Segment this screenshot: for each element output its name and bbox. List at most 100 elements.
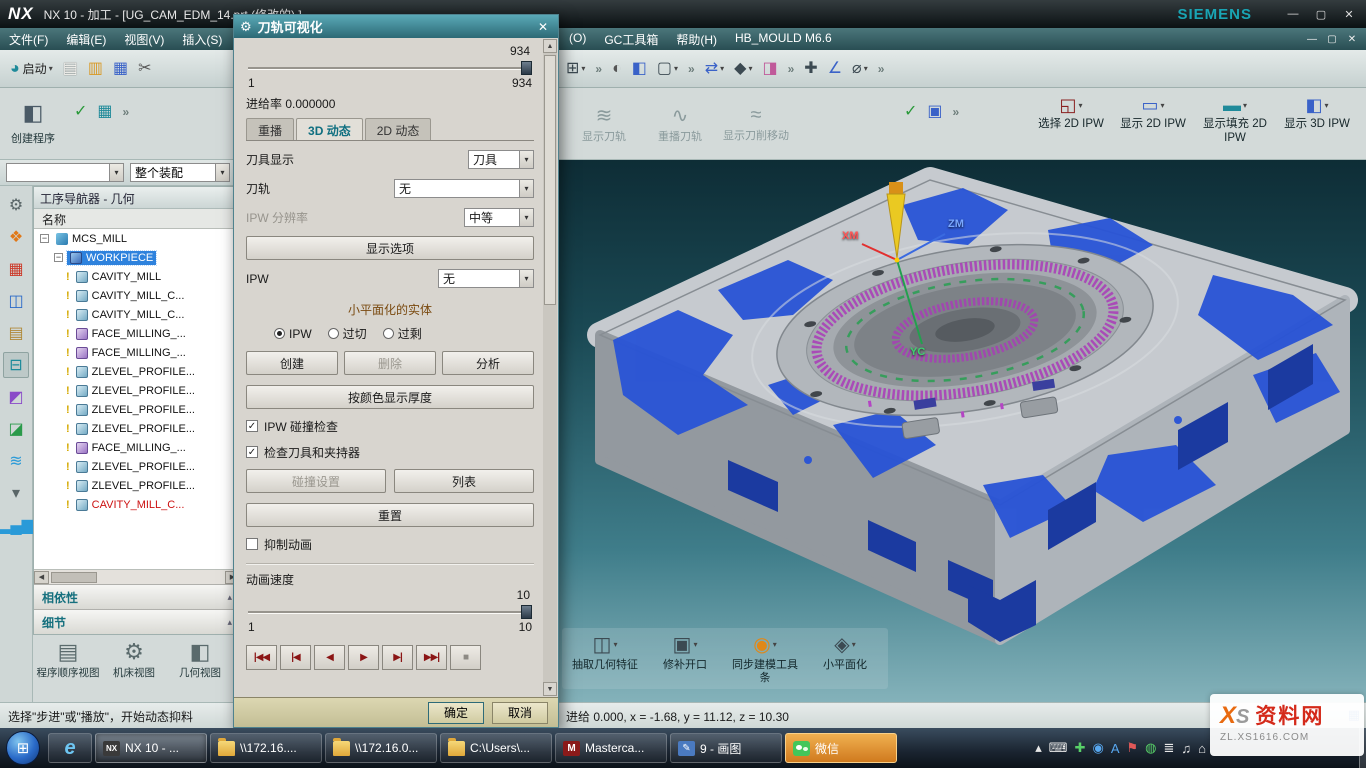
selection-filter-combo[interactable]: ▾ [6, 163, 124, 182]
resource-bar-icon[interactable]: ❖ [3, 224, 29, 250]
mdi-minimize-button[interactable]: — [1302, 34, 1322, 45]
viewport-tool-button[interactable]: ◈ ▾ 小平面化 [810, 632, 880, 685]
toolpath-display-button[interactable]: ≈ 显示刀削移动 [718, 92, 794, 154]
tray-icon[interactable]: ⌨ [1049, 740, 1068, 756]
toolbar-button[interactable]: » [784, 55, 799, 82]
action-button[interactable]: 创建 [246, 351, 338, 375]
tree-row[interactable]: − WORKPIECE [34, 248, 240, 267]
tree-row[interactable]: ! FACE_MILLING_... [34, 343, 240, 362]
playback-button[interactable]: ■ [450, 645, 481, 670]
playback-button[interactable]: ▶| [382, 645, 413, 670]
animation-speed-slider[interactable] [246, 604, 534, 620]
toolpath-combo[interactable]: 无 ▾ [394, 179, 534, 198]
start-button[interactable]: ⊞ [6, 731, 40, 765]
toolbar-button[interactable]: ◨ [758, 55, 781, 82]
tray-icon[interactable]: ▴ [1035, 740, 1042, 756]
radio-option[interactable]: IPW [274, 325, 312, 342]
tree-expander-icon[interactable]: − [54, 253, 63, 262]
resource-bar-icon[interactable]: ◪ [3, 416, 29, 442]
menu-item[interactable]: HB_MOULD M6.6 [726, 31, 841, 48]
create-program-button[interactable]: ◧ 创建程序 [4, 92, 62, 154]
view-switch-button[interactable]: ◧ 几何视图 [167, 639, 233, 702]
dialog-title-bar[interactable]: ⚙ 刀轨可视化 ✕ [234, 15, 558, 38]
collapse-icon[interactable]: ▴ [227, 592, 232, 603]
cancel-button[interactable]: 取消 [492, 702, 548, 724]
toolpath-display-button[interactable]: ≋ 显示刀轨 [566, 92, 642, 154]
playback-button[interactable]: ▶ [348, 645, 379, 670]
view-switch-button[interactable]: ⚙ 机床视图 [101, 639, 167, 702]
scroll-up-icon[interactable]: ▲ [543, 39, 557, 53]
ipw-display-button[interactable]: ▬ ▾ 显示填充 2D IPW [1194, 90, 1276, 156]
taskbar-task-button[interactable]: 微信 [785, 733, 897, 763]
radio-option[interactable]: 过切 [328, 325, 367, 342]
viewport-tool-button[interactable]: ▣ ▾ 修补开口 [650, 632, 720, 685]
toolbar-button[interactable]: ▣ [923, 98, 946, 125]
toolbar-button[interactable]: ✚ [800, 55, 821, 82]
checkbox-row[interactable]: ✓ IPW 碰撞检查 [246, 417, 534, 435]
resource-bar-icon[interactable]: ▦ [3, 256, 29, 282]
resource-bar-icon[interactable]: ◫ [3, 288, 29, 314]
checkbox[interactable]: ✓ [246, 420, 258, 432]
taskbar-task-button[interactable]: ✎ 9 - 画图 [670, 733, 782, 763]
dialog-scrollbar[interactable]: ▲ ▼ [543, 39, 557, 696]
playback-button[interactable]: ▶▶| [416, 645, 447, 670]
scroll-left-icon[interactable]: ◀ [34, 571, 49, 584]
resource-bar-icon[interactable]: ≋ [3, 448, 29, 474]
show-options-button[interactable]: 显示选项 [246, 236, 534, 260]
tray-icon[interactable]: ◍ [1145, 740, 1156, 756]
toolbar-button[interactable]: ▦ [109, 55, 132, 82]
mdi-restore-button[interactable]: ▢ [1322, 34, 1342, 45]
toolbar-button[interactable]: ◧ [628, 55, 651, 82]
toolbar-button[interactable]: » [119, 98, 134, 125]
navigator-collapsed-panel[interactable]: 相依性 ▴ [34, 584, 240, 609]
radio-option[interactable]: 过剩 [383, 325, 422, 342]
suppress-animation-row[interactable]: 抑制动画 [246, 535, 534, 553]
action-button[interactable]: 删除 [344, 351, 436, 375]
checkbox-row[interactable]: ✓ 检查刀具和夹持器 [246, 443, 534, 461]
viewport-tool-button[interactable]: ◉ ▾ 同步建模工具条 [730, 632, 800, 685]
checkbox[interactable]: ✓ [246, 446, 258, 458]
menu-item[interactable]: 帮助(H) [667, 31, 726, 48]
dialog-tab[interactable]: 3D 动态 [296, 118, 363, 140]
tree-row[interactable]: ! ZLEVEL_PROFILE... [34, 419, 240, 438]
taskbar-task-button[interactable]: NX NX 10 - ... [95, 733, 207, 763]
ipw-display-button[interactable]: ◧ ▾ 显示 3D IPW [1276, 90, 1358, 156]
taskbar-task-button[interactable]: C:\Users\... [440, 733, 552, 763]
action-button[interactable]: 分析 [442, 351, 534, 375]
tree-row[interactable]: − MCS_MILL [34, 229, 240, 248]
menu-item[interactable]: 插入(S) [173, 31, 231, 48]
toolbar-button[interactable]: ∠ [824, 55, 846, 82]
tray-icon[interactable]: ✚ [1075, 740, 1086, 756]
toolbar-button[interactable]: ◆ ▾ [730, 55, 756, 82]
resource-bar-icon[interactable]: ▂▄▆ [3, 512, 29, 538]
toolbar-button[interactable]: » [684, 55, 699, 82]
tray-icon[interactable]: ◉ [1092, 740, 1103, 756]
pair-button[interactable]: 碰撞设置 [246, 469, 386, 493]
toolbar-button[interactable]: » [591, 55, 606, 82]
ipw-combo[interactable]: 无 ▾ [438, 269, 534, 288]
reset-button[interactable]: 重置 [246, 503, 534, 527]
tray-icon[interactable]: ♫ [1181, 741, 1191, 756]
taskbar-ie-button[interactable]: e [48, 733, 92, 763]
ok-button[interactable]: 确定 [428, 702, 484, 724]
dialog-tab[interactable]: 重播 [246, 118, 294, 140]
toolbar-button[interactable]: ⌀ ▾ [848, 55, 872, 82]
resource-bar-icon[interactable]: ⚙ [3, 192, 29, 218]
taskbar-task-button[interactable]: \\172.16.0... [325, 733, 437, 763]
tree-row[interactable]: ! ZLEVEL_PROFILE... [34, 381, 240, 400]
tray-icon[interactable]: ≣ [1163, 740, 1174, 756]
toolbar-button[interactable]: ▦ [93, 98, 116, 125]
tray-icon[interactable]: ⚑ [1126, 740, 1138, 756]
scrollbar-thumb[interactable] [51, 572, 97, 583]
thickness-by-color-button[interactable]: 按颜色显示厚度 [246, 385, 534, 409]
ipw-display-button[interactable]: ▭ ▾ 显示 2D IPW [1112, 90, 1194, 156]
ipw-resolution-combo[interactable]: 中等 ▾ [464, 208, 534, 227]
maximize-button[interactable]: ▢ [1310, 8, 1332, 21]
toolbar-button[interactable]: ◕ 启动 ▾ [6, 55, 57, 82]
animation-slider-handle[interactable] [521, 605, 532, 619]
toolbar-button[interactable]: ⇄ ▾ [701, 55, 728, 82]
close-button[interactable]: ✕ [1338, 8, 1360, 21]
toolbar-button[interactable]: ▤ [59, 55, 82, 82]
minimize-button[interactable]: — [1282, 8, 1304, 20]
tree-row[interactable]: ! CAVITY_MILL_C... [34, 305, 240, 324]
